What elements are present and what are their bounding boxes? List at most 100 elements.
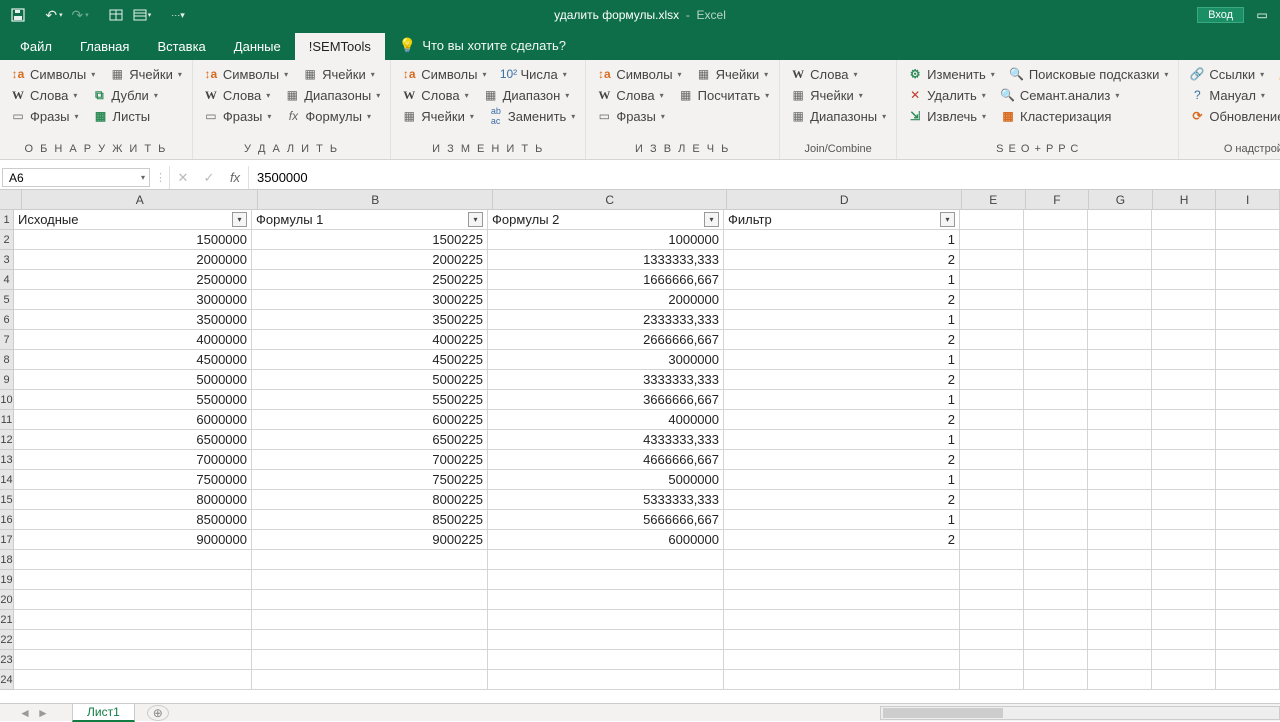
- cell[interactable]: [252, 610, 488, 630]
- row-header[interactable]: 24: [0, 670, 13, 690]
- cell[interactable]: [1152, 410, 1216, 430]
- cell[interactable]: [724, 630, 960, 650]
- cmd-ex-count[interactable]: ▦Посчитать▾: [674, 85, 773, 105]
- cell[interactable]: [1216, 350, 1280, 370]
- cell[interactable]: [1152, 310, 1216, 330]
- cell[interactable]: 3500000: [14, 310, 252, 330]
- row-header[interactable]: 21: [0, 610, 13, 630]
- cell[interactable]: 1: [724, 230, 960, 250]
- row-header[interactable]: 5: [0, 290, 13, 310]
- cell[interactable]: [1216, 250, 1280, 270]
- cell[interactable]: 4000000: [14, 330, 252, 350]
- cell[interactable]: 2: [724, 410, 960, 430]
- cell[interactable]: [1216, 410, 1280, 430]
- cell[interactable]: 1000000: [488, 230, 724, 250]
- cell[interactable]: [1088, 330, 1152, 350]
- row-header[interactable]: 15: [0, 490, 13, 510]
- cell[interactable]: [960, 350, 1024, 370]
- cell[interactable]: 2500000: [14, 270, 252, 290]
- cell[interactable]: [1216, 670, 1280, 690]
- cell[interactable]: 2: [724, 250, 960, 270]
- cell[interactable]: 1: [724, 270, 960, 290]
- cell[interactable]: 7500000: [14, 470, 252, 490]
- cell[interactable]: [1216, 230, 1280, 250]
- cell[interactable]: [1152, 450, 1216, 470]
- cell[interactable]: 9000000: [14, 530, 252, 550]
- cell[interactable]: [960, 630, 1024, 650]
- cell[interactable]: [1152, 670, 1216, 690]
- row-header[interactable]: 22: [0, 630, 13, 650]
- cell[interactable]: [252, 630, 488, 650]
- cell[interactable]: 8000000: [14, 490, 252, 510]
- cell[interactable]: [1216, 370, 1280, 390]
- cell[interactable]: [1216, 270, 1280, 290]
- fx-icon[interactable]: fx: [222, 166, 248, 189]
- cmd-detect-symbols[interactable]: ↕aСимволы▾: [6, 64, 99, 84]
- cell[interactable]: [1024, 650, 1088, 670]
- cell[interactable]: [1216, 390, 1280, 410]
- cell[interactable]: 5500000: [14, 390, 252, 410]
- cell[interactable]: 6000000: [488, 530, 724, 550]
- cell[interactable]: [1024, 230, 1088, 250]
- row-header[interactable]: 20: [0, 590, 13, 610]
- cmd-ch-replace[interactable]: abacЗаменить▾: [484, 106, 579, 126]
- cmd-ex-symbols[interactable]: ↕aСимволы▾: [592, 64, 685, 84]
- cell[interactable]: 5333333,333: [488, 490, 724, 510]
- cell[interactable]: [1024, 630, 1088, 650]
- cell[interactable]: [1088, 570, 1152, 590]
- col-header[interactable]: G: [1089, 190, 1153, 209]
- cell[interactable]: 4000225: [252, 330, 488, 350]
- cell[interactable]: [14, 570, 252, 590]
- cell[interactable]: 9000225: [252, 530, 488, 550]
- cell[interactable]: 2500225: [252, 270, 488, 290]
- cell[interactable]: 8500000: [14, 510, 252, 530]
- cmd-ex-words[interactable]: WСлова▾: [592, 85, 667, 105]
- cell[interactable]: 2: [724, 330, 960, 350]
- cell[interactable]: [1088, 630, 1152, 650]
- cmd-del-formulas[interactable]: fxФормулы▾: [281, 106, 375, 126]
- cell[interactable]: [1216, 510, 1280, 530]
- cell[interactable]: [960, 670, 1024, 690]
- name-box[interactable]: A6▾: [2, 168, 150, 187]
- filter-dropdown-icon[interactable]: ▾: [468, 212, 483, 227]
- cell[interactable]: 1: [724, 390, 960, 410]
- cell[interactable]: 2333333,333: [488, 310, 724, 330]
- row-header[interactable]: 10: [0, 390, 13, 410]
- cell[interactable]: [1088, 230, 1152, 250]
- row-header[interactable]: 18: [0, 550, 13, 570]
- cell[interactable]: [1152, 290, 1216, 310]
- cell[interactable]: [488, 550, 724, 570]
- cell[interactable]: [1216, 650, 1280, 670]
- cell[interactable]: [1024, 270, 1088, 290]
- cell[interactable]: 6500225: [252, 430, 488, 450]
- cell[interactable]: [1216, 430, 1280, 450]
- cmd-seo-change[interactable]: ⚙Изменить▾: [903, 64, 999, 84]
- qat-preset2-icon[interactable]: ▾: [130, 3, 154, 27]
- cell[interactable]: [960, 550, 1024, 570]
- cell[interactable]: [1152, 530, 1216, 550]
- col-header[interactable]: I: [1216, 190, 1280, 209]
- cell[interactable]: [960, 330, 1024, 350]
- cell[interactable]: [960, 450, 1024, 470]
- cell[interactable]: 1500225: [252, 230, 488, 250]
- sheet-tab[interactable]: Лист1: [72, 703, 135, 722]
- cmd-join-ranges[interactable]: ▦Диапазоны▾: [786, 106, 890, 126]
- cell[interactable]: [14, 630, 252, 650]
- cell[interactable]: [1152, 230, 1216, 250]
- cell[interactable]: 5000225: [252, 370, 488, 390]
- cmd-seo-hints[interactable]: 🔍Поисковые подсказки▾: [1005, 64, 1173, 84]
- cell[interactable]: [1024, 550, 1088, 570]
- row-header[interactable]: 4: [0, 270, 13, 290]
- cell[interactable]: [252, 570, 488, 590]
- cell[interactable]: [724, 610, 960, 630]
- cell[interactable]: [14, 670, 252, 690]
- cell[interactable]: [1216, 450, 1280, 470]
- cancel-icon[interactable]: ✕: [170, 166, 196, 189]
- cmd-join-words[interactable]: WСлова▾: [786, 64, 861, 84]
- cell[interactable]: [960, 510, 1024, 530]
- filter-dropdown-icon[interactable]: ▾: [232, 212, 247, 227]
- row-header[interactable]: 19: [0, 570, 13, 590]
- cell[interactable]: [1152, 590, 1216, 610]
- prev-sheet-icon[interactable]: ◄: [16, 706, 34, 720]
- cell[interactable]: [1024, 370, 1088, 390]
